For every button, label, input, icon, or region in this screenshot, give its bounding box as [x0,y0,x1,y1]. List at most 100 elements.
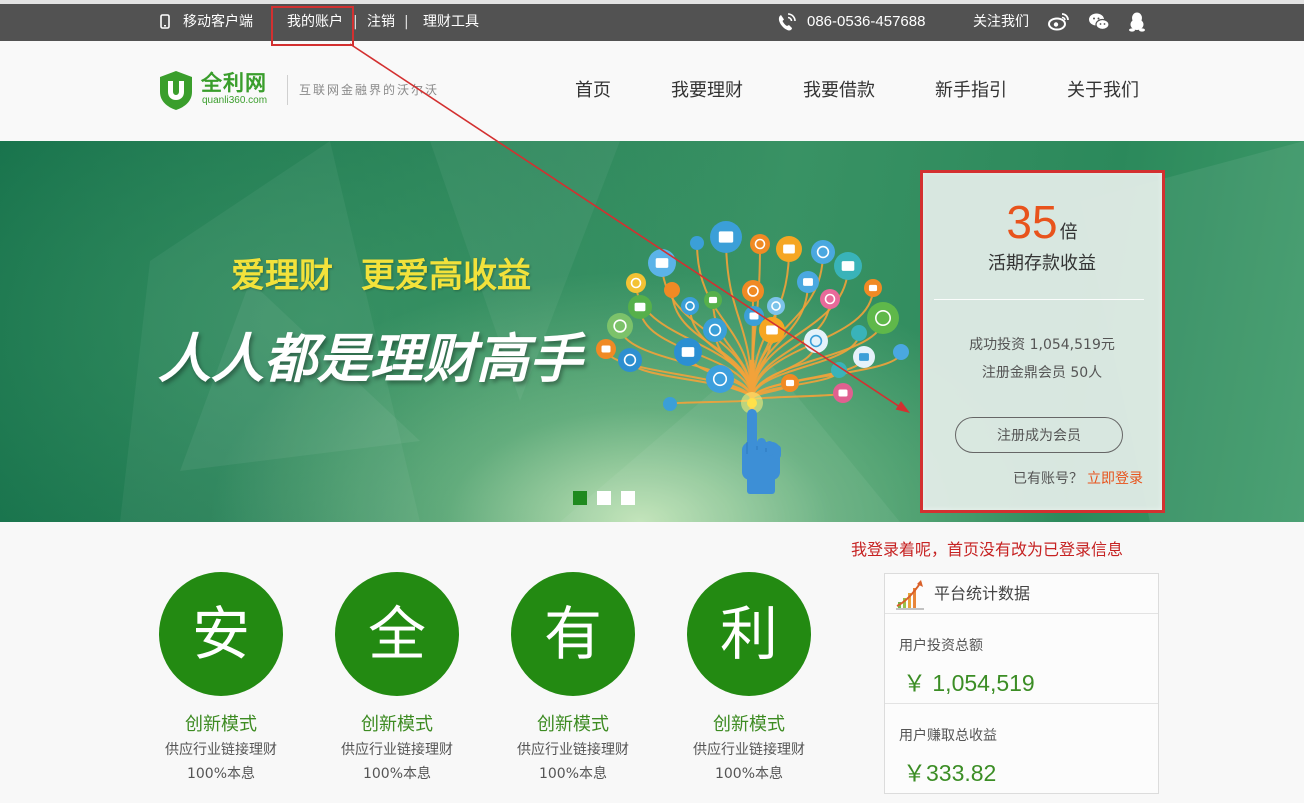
product-name: 活期存款收益 [988,253,1096,274]
headphones-icon [776,236,802,262]
at-icon [893,344,909,360]
star-icon [851,325,867,341]
annotation-highlight-my-account [271,6,354,46]
feature-line1: 供应行业链接理财 [517,742,629,758]
tag-icon [781,374,799,392]
total-invest-label: 用户投资总额 [899,638,983,654]
carousel-dot[interactable] [597,491,611,505]
promo-panel: 35 倍 活期存款收益 成功投资 1,054,519元 注册金鼎会员 50人 注册… [922,172,1162,510]
mail-icon [797,271,819,293]
globe-icon [867,302,899,334]
total-earnings-label: 用户赚取总收益 [899,728,997,744]
banner-headline: 人人都是理财高手 [158,329,582,390]
illustration-branch [751,392,844,401]
finance-tools-link[interactable]: 理财工具 [423,13,479,31]
nav-borrow[interactable]: 我要借款 [803,79,875,103]
feature-line1: 供应行业链接理财 [693,742,805,758]
login-link[interactable]: 立即登录 [1087,471,1143,487]
music-icon [596,339,616,359]
feature-line2: 100%本息 [362,766,432,782]
nav-home[interactable]: 首页 [575,79,611,103]
logo-divider [287,75,288,105]
members-label: 注册金鼎会员 [981,365,1066,381]
feature-line2: 100%本息 [714,766,784,782]
topbar-separator: | [404,14,409,30]
nav-about-us[interactable]: 关于我们 [1067,79,1139,103]
laptop-icon [674,338,702,366]
feature-circle: 有 [511,572,635,696]
feature-circle: 全 [335,572,459,696]
members-summary: 注册金鼎会员 50人 [922,363,1162,383]
illustration-branch [669,399,753,405]
dot-icon [831,362,847,378]
feature-title: 创新模式 [361,714,433,735]
pin-icon [664,282,680,298]
nav-invest[interactable]: 我要理财 [671,79,743,103]
hourglass-icon [820,289,840,309]
feature-line1: 供应行业链接理财 [341,742,453,758]
feature-item: 有 创新模式 供应行业链接理财 100%本息 [485,572,661,787]
mobile-client-link[interactable]: 移动客户端 [183,13,253,31]
feature-line2: 100%本息 [186,766,256,782]
feature-item: 安 创新模式 供应行业链接理财 100%本息 [133,572,309,787]
feature-circle: 利 [687,572,811,696]
microphone-icon [742,280,764,302]
dot-icon [690,236,704,250]
qq-icon[interactable] [1127,11,1147,37]
carousel-dot[interactable] [621,491,635,505]
site-slogan: 互联网金融界的沃尔沃 [299,83,440,97]
feature-circle: 安 [159,572,283,696]
feature-title: 创新模式 [713,714,785,735]
mobile-phone-icon [160,14,170,33]
carousel-pagination [573,491,635,505]
banner-tagline-part2: 更爱高收益 [361,256,531,296]
power-icon [703,318,727,342]
feature-char: 安 [191,600,250,668]
top-bar: 移动客户端 我的账户 | 注销 | 理财工具 086-0536-457688 关… [0,0,1304,41]
banner-tagline-part1: 爱理财 [231,256,333,296]
stats-header: 平台统计数据 [885,574,1158,614]
logout-link[interactable]: 注销 [367,13,395,31]
chat-icon [811,240,835,264]
hotline-number: 086-0536-457688 [807,13,926,30]
invest-summary: 成功投资 1,054,519元 [922,335,1162,355]
feature-item: 全 创新模式 供应行业链接理财 100%本息 [309,572,485,787]
multiplier-value: 35 [1006,196,1058,248]
weibo-icon[interactable] [1048,11,1070,37]
follow-us-label: 关注我们 [973,14,1029,30]
refresh-icon [618,348,642,372]
logo-domain: quanli360.com [202,95,268,106]
invest-label: 成功投资 [969,337,1026,353]
hero-banner: 爱理财 更爱高收益 人人都是理财高手 35 倍 活期存款收益 成功投资 1,054… [0,141,1304,522]
feature-line1: 供应行业链接理财 [165,742,277,758]
annotation-note: 我登录着呢，首页没有改为已登录信息 [851,540,1124,559]
platform-stats-panel: 平台统计数据 用户投资总额 ￥ 1,054,519 用户赚取总收益 ￥333.8… [884,573,1159,794]
document-icon [710,221,742,253]
carousel-dot[interactable] [573,491,587,505]
feature-line2: 100%本息 [538,766,608,782]
promo-divider [934,299,1144,300]
site-header: 全利网 quanli360.com 互联网金融界的沃尔沃 首页 我要理财 我要借… [0,41,1304,141]
mobile-icon [648,249,676,277]
register-button[interactable]: 注册成为会员 [955,417,1123,453]
screen-icon [804,329,828,353]
wechat-icon[interactable] [1088,11,1110,37]
image-icon [750,234,770,254]
members-value: 50人 [1070,365,1103,381]
multiplier-unit: 倍 [1059,222,1078,243]
wifi-icon [864,279,882,297]
star-icon [833,383,853,403]
folder-icon [759,317,785,343]
logo-name[interactable]: 全利网 [201,71,267,95]
nav-beginner-guide[interactable]: 新手指引 [935,79,1007,103]
battery-icon [853,346,875,368]
link-icon [767,297,785,315]
settings-icon [744,306,764,326]
feature-item: 利 创新模式 供应行业链接理财 100%本息 [661,572,837,787]
stats-divider [885,703,1158,704]
has-account-text: 已有账号？ [1013,471,1083,487]
mail-icon [706,365,734,393]
feature-char: 有 [543,600,602,668]
logo-shield-icon[interactable] [158,70,194,110]
chart-icon [626,273,646,293]
